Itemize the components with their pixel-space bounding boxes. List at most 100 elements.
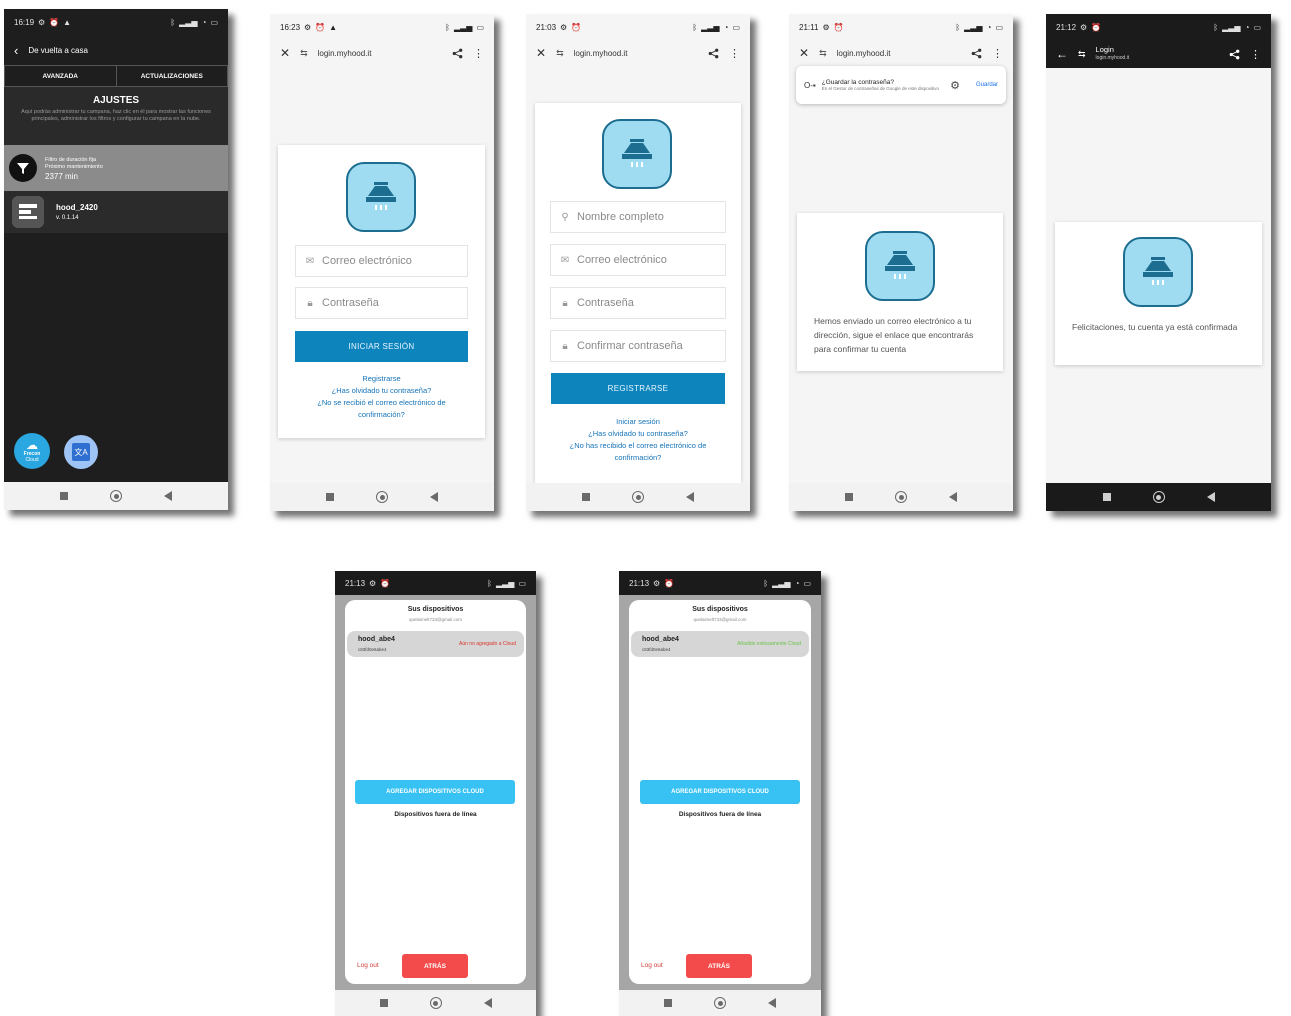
settings-section: AJUSTES Aquí podrás administrar tu campa… — [4, 87, 228, 145]
site-settings-icon[interactable]: ⇆ — [300, 48, 308, 59]
screen-app-settings: 16:19 ⚙ ⏰ ▲ ᛒ ▂▃▅ ◔ ▭ ‹ De vuelta a casa AVANZ… — [4, 9, 228, 510]
recents-button[interactable] — [845, 493, 853, 501]
login-button[interactable]: INICIAR SESIÓN — [295, 331, 468, 362]
home-button[interactable] — [1152, 491, 1165, 503]
bluetooth-icon: ᛒ — [1213, 22, 1219, 32]
home-button[interactable] — [376, 491, 388, 503]
close-icon[interactable]: ✕ — [536, 46, 546, 60]
more-menu-icon[interactable]: ⋮ — [992, 47, 1003, 60]
save-password-popup: O-▪ ¿Guardar la contraseña? En el Gestor… — [796, 66, 1006, 104]
site-settings-icon[interactable]: ⇆ — [1078, 49, 1086, 60]
url-text[interactable]: login.myhood.it — [318, 49, 442, 58]
tab-advanced[interactable]: AVANZADA — [5, 66, 117, 86]
register-button[interactable]: REGISTRARSE — [551, 373, 725, 404]
signal-icon: ▂▃▅ — [701, 22, 720, 32]
header-title: De vuelta a casa — [28, 45, 88, 55]
bluetooth-icon: ᛒ — [170, 17, 176, 27]
recents-button[interactable] — [582, 493, 590, 501]
back-button[interactable] — [483, 998, 492, 1008]
system-nav-bar — [789, 483, 1013, 511]
email-field[interactable]: ✉ Correo electrónico — [550, 244, 726, 276]
status-time: 21:13 — [629, 578, 650, 588]
back-arrow-icon[interactable]: ← — [1056, 47, 1068, 61]
more-menu-icon[interactable]: ⋮ — [729, 47, 740, 60]
back-button[interactable]: ATRÁS — [686, 954, 752, 978]
password-field[interactable]: 🔒︎ Contraseña — [550, 287, 726, 319]
close-icon[interactable]: ✕ — [280, 46, 290, 60]
recents-button[interactable] — [326, 493, 334, 501]
logout-link[interactable]: Log out — [357, 962, 379, 969]
recents-button[interactable] — [1102, 493, 1111, 501]
back-button[interactable] — [430, 492, 438, 502]
login-links: Registrarse ¿Has olvidado tu contraseña?… — [295, 373, 468, 421]
recents-button[interactable] — [664, 999, 672, 1007]
site-settings-icon[interactable]: ⇆ — [819, 48, 827, 59]
device-row[interactable]: hood_2420 v. 0.1.14 — [4, 191, 228, 233]
back-button[interactable] — [164, 491, 172, 501]
more-menu-icon[interactable]: ⋮ — [1250, 48, 1261, 61]
email-field[interactable]: ✉ Correo electrónico — [295, 245, 468, 277]
password-field[interactable]: 🔒︎ Contraseña — [295, 287, 468, 319]
resend-confirmation-link[interactable]: ¿No se recibió el correo electrónico de … — [295, 397, 468, 421]
confirm-placeholder: Confirmar contraseña — [577, 340, 683, 352]
add-cloud-devices-button[interactable]: AGREGAR DISPOSITIVOS CLOUD — [355, 780, 515, 804]
home-button[interactable] — [429, 997, 442, 1009]
status-bar: 16:19 ⚙ ⏰ ▲ ᛒ ▂▃▅ ◔ ▭ — [4, 9, 228, 35]
login-link[interactable]: Iniciar sesión — [550, 416, 726, 428]
tab-updates[interactable]: ACTUALIZACIONES — [117, 66, 228, 86]
back-button[interactable] — [949, 492, 957, 502]
recents-button[interactable] — [379, 999, 388, 1007]
alarm-icon: ⏰ — [571, 22, 582, 32]
translate-button[interactable]: 文A — [64, 435, 98, 469]
back-button[interactable] — [686, 492, 694, 502]
confirm-password-field[interactable]: 🔒︎ Confirmar contraseña — [550, 330, 726, 362]
url-text[interactable]: login.myhood.it — [837, 49, 961, 58]
recents-button[interactable] — [60, 492, 68, 500]
status-bar: 21:11 ⚙ ⏰ ᛒ ▂▃▅ ◔ ▭ — [789, 14, 1013, 40]
home-button[interactable] — [895, 491, 907, 503]
more-menu-icon[interactable]: ⋮ — [473, 47, 484, 60]
devices-modal: Sus dispositivos quelaimelt733@gmail.com… — [629, 600, 811, 984]
home-button[interactable] — [632, 491, 644, 503]
forgot-password-link[interactable]: ¿Has olvidado tu contraseña? — [295, 385, 468, 397]
status-time: 21:12 — [1056, 22, 1077, 32]
battery-icon: ▭ — [732, 22, 740, 32]
device-row[interactable]: hood_abe4 c83fd0e6abe4 Añadido exitosame… — [631, 631, 809, 657]
filter-row[interactable]: Filtro de duración fija Próximo mantenim… — [4, 145, 228, 191]
wifi-icon: ◔ — [986, 22, 992, 32]
confirmed-message: Felicitaciones, tu cuenta ya está confir… — [1072, 322, 1238, 332]
share-icon[interactable] — [971, 48, 982, 59]
battery-icon: ▭ — [210, 17, 218, 27]
settings-icon: ⚙ — [38, 17, 46, 27]
share-icon[interactable] — [1229, 49, 1240, 60]
share-icon[interactable] — [708, 48, 719, 59]
close-icon[interactable]: ✕ — [799, 46, 809, 60]
offline-devices-title: Dispositivos fuera de línea — [678, 811, 762, 818]
home-button[interactable] — [110, 490, 122, 502]
popup-save-button[interactable]: Guardar — [976, 82, 998, 88]
settings-icon: ⚙ — [822, 22, 830, 32]
wifi-icon: ◔ — [723, 22, 729, 32]
gear-icon[interactable]: ⚙ — [950, 79, 960, 92]
tab-bar: AVANZADA ACTUALIZACIONES — [4, 65, 228, 87]
resend-confirmation-link[interactable]: ¿No has recibido el correo electrónico d… — [550, 440, 726, 464]
back-button[interactable]: ATRÁS — [402, 954, 468, 978]
back-arrow-icon[interactable]: ‹ — [14, 43, 18, 58]
site-settings-icon[interactable]: ⇆ — [556, 48, 564, 59]
home-button[interactable] — [714, 997, 726, 1009]
battery-icon: ▭ — [1253, 22, 1261, 32]
url-text[interactable]: login.myhood.it — [574, 49, 698, 58]
device-id: c83fd0e6abe4 — [642, 647, 671, 652]
frecon-cloud-button[interactable]: ☁ Frecon Cloud — [14, 433, 50, 469]
back-button[interactable] — [768, 998, 776, 1008]
device-row[interactable]: hood_abe4 c83fd0e6abe4 Aún no agregado a… — [347, 631, 524, 657]
forgot-password-link[interactable]: ¿Has olvidado tu contraseña? — [550, 428, 726, 440]
logout-link[interactable]: Log out — [641, 962, 663, 969]
add-cloud-devices-button[interactable]: AGREGAR DISPOSITIVOS CLOUD — [640, 780, 800, 804]
email-placeholder: Correo electrónico — [322, 255, 412, 267]
full-name-field[interactable]: ⚲ Nombre completo — [550, 201, 726, 233]
back-button[interactable] — [1206, 492, 1215, 502]
register-link[interactable]: Registrarse — [295, 373, 468, 385]
share-icon[interactable] — [452, 48, 463, 59]
hood-logo-icon — [865, 231, 935, 301]
